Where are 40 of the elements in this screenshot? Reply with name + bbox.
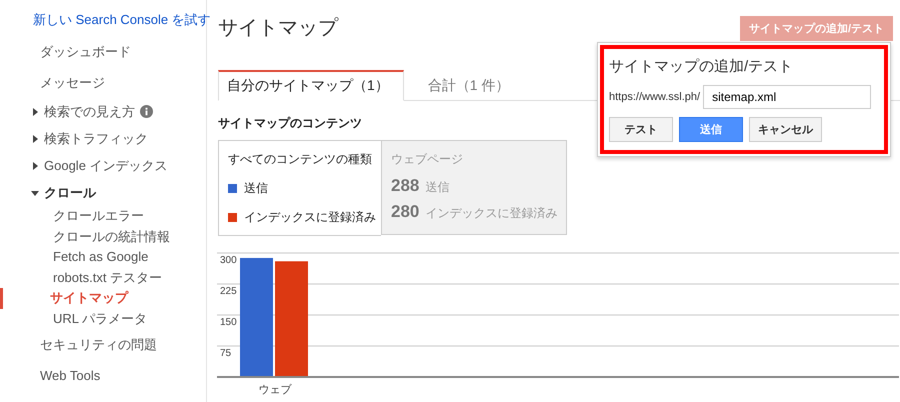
nav-subitem[interactable]: クロールエラー — [0, 206, 206, 226]
axis-tick-label: 225 — [220, 286, 237, 297]
dialog-button[interactable]: テスト — [609, 117, 673, 142]
category-label: ウェブ — [258, 384, 292, 396]
legend-label: インデックスに登録済み — [244, 209, 376, 226]
axis-tick-label: 150 — [220, 317, 237, 328]
collapsed-triangle-icon — [31, 108, 39, 116]
expanded-triangle-icon — [31, 188, 39, 196]
nav-group[interactable]: 検索での見え方 — [0, 98, 206, 125]
nav-item[interactable]: Web Tools — [0, 360, 206, 391]
axis-tick-label: 300 — [220, 255, 237, 266]
collapsed-triangle-icon — [31, 162, 39, 170]
collapsed-triangle-icon — [31, 134, 39, 142]
nav-item[interactable]: メッセージ — [0, 67, 206, 98]
tab[interactable]: 自分のサイトマップ（1） — [218, 70, 404, 101]
url-prefix: https://www.ssl.ph/ — [609, 91, 700, 103]
legend-label: 送信 — [244, 180, 268, 197]
axis-tick-label: 75 — [220, 348, 232, 359]
nav-group[interactable]: Google インデックス — [0, 152, 206, 179]
page-title: サイトマップ — [218, 16, 338, 41]
nav-subitem[interactable]: robots.txt テスター — [0, 268, 206, 288]
nav-group[interactable]: クロール — [0, 179, 206, 206]
nav-group[interactable]: 検索トラフィック — [0, 125, 206, 152]
sitemap-url-field[interactable]: sitemap.xml — [703, 85, 872, 109]
nav-subitem[interactable]: URL パラメータ — [0, 308, 206, 329]
nav-item[interactable]: ダッシュボード — [0, 36, 206, 67]
nav-subitem[interactable]: Fetch as Google — [0, 247, 206, 268]
stat-value: 280 — [391, 202, 420, 222]
stat-label: インデックスに登録済み — [425, 205, 558, 222]
nav-subitem[interactable]: サイトマップ — [0, 288, 206, 308]
dialog-button[interactable]: キャンセル — [749, 117, 822, 142]
panel-heading: すべてのコンテンツの種類 — [228, 151, 373, 168]
stat-value: 288 — [391, 176, 420, 196]
section-heading: サイトマップのコンテンツ — [218, 115, 362, 132]
info-icon[interactable] — [140, 105, 153, 118]
stat-label: 送信 — [425, 179, 450, 196]
nav-item[interactable]: セキュリティの問題 — [0, 329, 206, 360]
panel-heading: ウェブページ — [391, 151, 464, 168]
nav-subitem[interactable]: クロールの統計情報 — [0, 226, 206, 247]
dialog-title: サイトマップの追加/テスト — [609, 57, 794, 76]
